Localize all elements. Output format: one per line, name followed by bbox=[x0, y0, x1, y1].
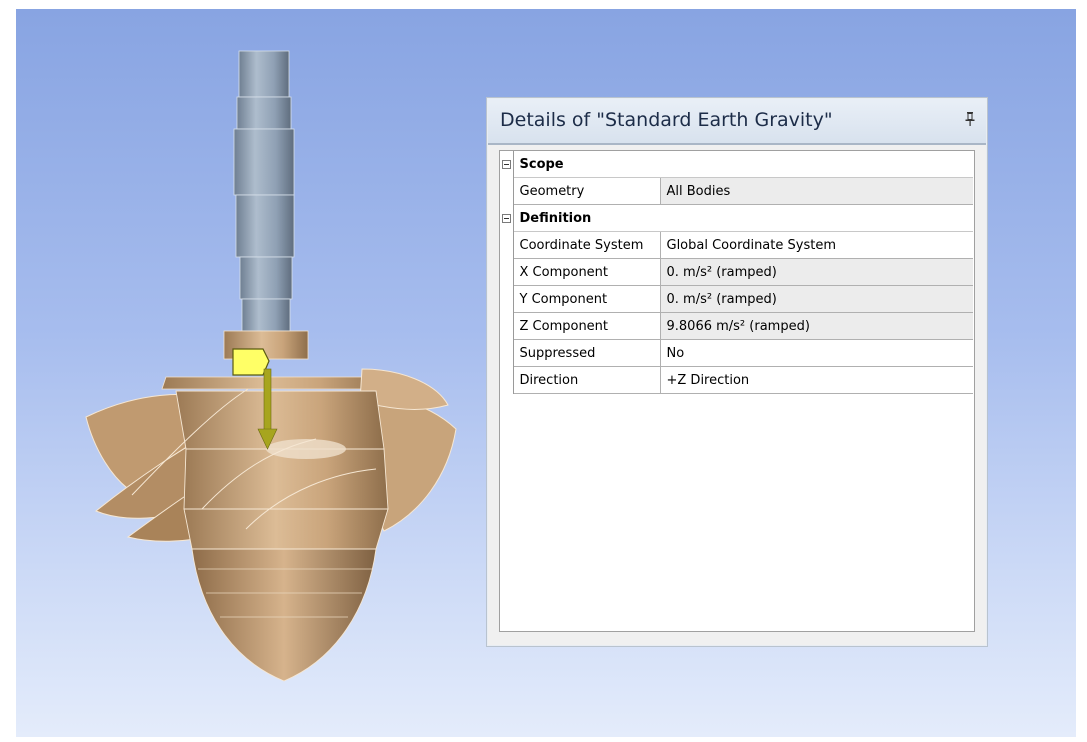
group-row-definition[interactable]: Definition bbox=[500, 204, 973, 232]
pin-icon[interactable] bbox=[964, 111, 976, 127]
property-name: Z Component bbox=[513, 312, 661, 340]
property-name: Geometry bbox=[513, 177, 661, 205]
property-row-x-component[interactable]: X Component 0. m/s² (ramped) bbox=[500, 258, 973, 286]
details-panel: Details of "Standard Earth Gravity" Scop… bbox=[486, 97, 988, 647]
property-name: Coordinate System bbox=[513, 231, 661, 259]
property-name: Direction bbox=[513, 366, 661, 394]
property-value[interactable]: No bbox=[660, 339, 973, 367]
property-value[interactable]: 9.8066 m/s² (ramped) bbox=[660, 312, 973, 340]
property-name: X Component bbox=[513, 258, 661, 286]
property-row-z-component[interactable]: Z Component 9.8066 m/s² (ramped) bbox=[500, 312, 973, 340]
group-row-scope[interactable]: Scope bbox=[500, 151, 973, 178]
property-row-suppressed[interactable]: Suppressed No bbox=[500, 339, 973, 367]
impeller-body bbox=[175, 390, 389, 550]
details-panel-header: Details of "Standard Earth Gravity" bbox=[488, 99, 986, 145]
property-value[interactable]: Global Coordinate System bbox=[660, 231, 973, 259]
shaft bbox=[233, 50, 295, 332]
property-row-geometry[interactable]: Geometry All Bodies bbox=[500, 177, 973, 205]
details-panel-title: Details of "Standard Earth Gravity" bbox=[500, 109, 833, 131]
collapse-minus-icon[interactable] bbox=[501, 159, 511, 169]
property-value[interactable]: +Z Direction bbox=[660, 366, 973, 394]
hub bbox=[161, 330, 389, 390]
property-row-coordinate-system[interactable]: Coordinate System Global Coordinate Syst… bbox=[500, 231, 973, 259]
property-row-y-component[interactable]: Y Component 0. m/s² (ramped) bbox=[500, 285, 973, 313]
details-property-grid: Scope Geometry All Bodies Definition Coo… bbox=[499, 150, 975, 632]
property-row-direction[interactable]: Direction +Z Direction bbox=[500, 366, 973, 394]
collapse-minus-icon[interactable] bbox=[501, 213, 511, 223]
property-value[interactable]: All Bodies bbox=[660, 177, 973, 205]
group-label: Scope bbox=[513, 151, 973, 178]
property-name: Suppressed bbox=[513, 339, 661, 367]
property-value[interactable]: 0. m/s² (ramped) bbox=[660, 258, 973, 286]
property-name: Y Component bbox=[513, 285, 661, 313]
group-label: Definition bbox=[513, 204, 973, 232]
property-value[interactable]: 0. m/s² (ramped) bbox=[660, 285, 973, 313]
